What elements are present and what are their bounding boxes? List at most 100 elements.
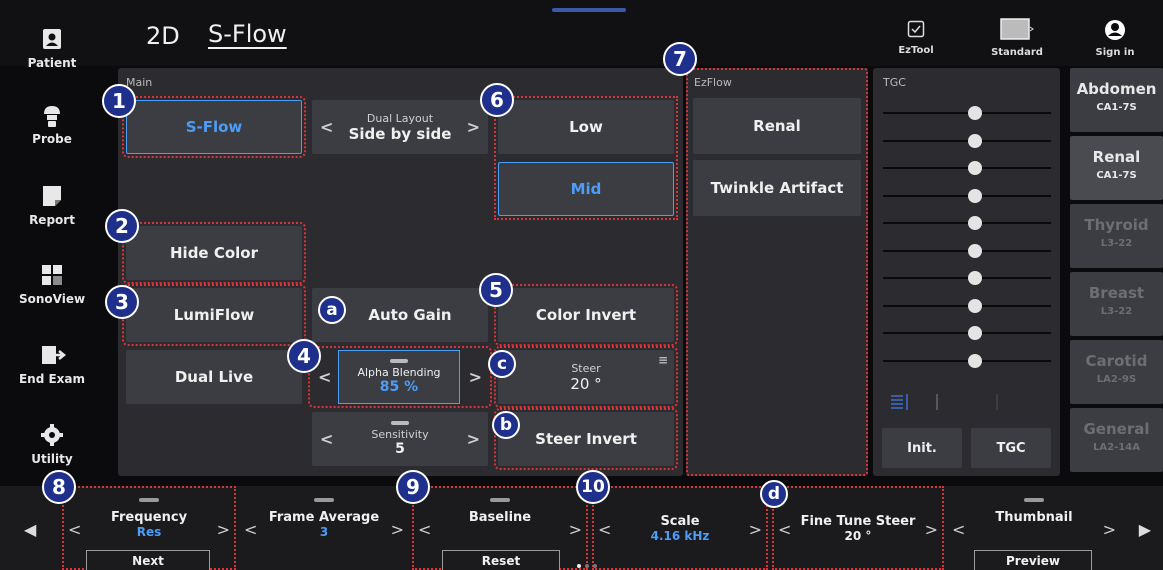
- steer-control[interactable]: ≡ Steer 20 °: [494, 346, 678, 408]
- tgc-slider-track[interactable]: [883, 133, 1051, 148]
- preset-breast[interactable]: Breast L3-22: [1070, 272, 1163, 336]
- lumiflow-button[interactable]: LumiFlow: [122, 284, 306, 346]
- chevron-right-icon[interactable]: >: [469, 368, 482, 387]
- chevron-right-icon[interactable]: >: [1103, 520, 1116, 539]
- hide-color-button[interactable]: Hide Color: [122, 222, 306, 284]
- tgc-init-button[interactable]: Init.: [882, 428, 962, 468]
- tgc-slider-knob[interactable]: [968, 188, 983, 203]
- frequency-control[interactable]: < Frequency Res > Next: [62, 486, 236, 570]
- steer-invert-button[interactable]: Steer Invert: [494, 408, 678, 470]
- sidebar-label-utility: Utility: [31, 452, 73, 466]
- thumbnail-control[interactable]: < Thumbnail > Preview: [946, 486, 1122, 570]
- sidebar-item-sonoview[interactable]: SonoView: [0, 264, 104, 306]
- thumbnail-preview-button[interactable]: Preview: [974, 550, 1092, 570]
- tgc-slider-knob[interactable]: [968, 353, 983, 368]
- tgc-slider-knob[interactable]: [968, 161, 983, 175]
- tgc-slider-track[interactable]: [883, 326, 1051, 340]
- tgc-slider-knob[interactable]: [968, 106, 983, 120]
- alpha-blending-value-box[interactable]: Alpha Blending 85 %: [338, 350, 460, 404]
- preset-abdomen[interactable]: Abdomen CA1-7S: [1070, 68, 1163, 132]
- sidebar-item-end-exam[interactable]: End Exam: [0, 344, 104, 386]
- mode-2d-tab[interactable]: 2D: [146, 22, 180, 50]
- sensitivity-value: 5: [395, 441, 405, 457]
- callout-marker-7: 7: [663, 42, 697, 76]
- tgc-slider-knob[interactable]: [968, 133, 983, 148]
- frame-average-control[interactable]: < Frame Average 3 >: [238, 486, 410, 570]
- tgc-slider-track[interactable]: [883, 243, 1051, 258]
- tgc-slider-track[interactable]: [883, 188, 1051, 203]
- tgc-slider-track[interactable]: [883, 106, 1051, 120]
- chevron-left-icon[interactable]: <: [952, 520, 965, 539]
- ezflow-twinkle-artifact-button[interactable]: Twinkle Artifact: [693, 160, 861, 216]
- page-indicator-dot[interactable]: [585, 564, 589, 568]
- baseline-reset-button[interactable]: Reset: [442, 550, 560, 570]
- chevron-left-icon[interactable]: <: [244, 520, 257, 539]
- tgc-button[interactable]: TGC: [971, 428, 1051, 468]
- chevron-left-icon[interactable]: <: [318, 368, 331, 387]
- tgc-slider-knob[interactable]: [968, 298, 983, 313]
- chevron-right-icon[interactable]: >: [467, 430, 480, 449]
- scale-label: Scale: [660, 514, 700, 529]
- eztool-label: EzTool: [898, 45, 934, 56]
- color-invert-button[interactable]: Color Invert: [494, 284, 678, 346]
- user-icon: [1090, 20, 1140, 43]
- page-indicator-dot[interactable]: [593, 564, 597, 568]
- chevron-left-icon[interactable]: <: [778, 520, 791, 539]
- sidebar-item-patient[interactable]: Patient: [0, 28, 104, 70]
- drag-handle-icon: [314, 498, 334, 502]
- sidebar-item-utility[interactable]: Utility: [0, 424, 104, 466]
- chevron-left-icon[interactable]: <: [320, 118, 333, 137]
- tgc-slider-knob[interactable]: [968, 243, 983, 258]
- sidebar-label-probe: Probe: [32, 132, 72, 146]
- standard-layout-button[interactable]: Standard: [982, 18, 1052, 58]
- menu-icon[interactable]: ≡: [658, 353, 668, 367]
- page-indicator-dot-active[interactable]: [577, 564, 581, 568]
- scroll-left-icon[interactable]: ◀: [24, 520, 36, 539]
- tgc-slider-knob[interactable]: [968, 216, 983, 230]
- chevron-left-icon[interactable]: <: [418, 520, 431, 539]
- chevron-right-icon[interactable]: >: [569, 520, 582, 539]
- chevron-right-icon[interactable]: >: [749, 520, 762, 539]
- chevron-right-icon[interactable]: >: [925, 520, 938, 539]
- sensitivity-control[interactable]: < Sensitivity 5 >: [312, 412, 488, 466]
- chevron-right-icon[interactable]: >: [467, 118, 480, 137]
- ezflow-renal-button[interactable]: Renal: [693, 98, 861, 154]
- tgc-panel: TGC Init. TGC: [873, 68, 1060, 476]
- sidebar-item-report[interactable]: Report: [0, 185, 104, 227]
- panel-drag-handle[interactable]: [552, 8, 626, 12]
- dual-layout-selector[interactable]: < Dual Layout Side by side >: [312, 100, 488, 154]
- tgc-slider-track[interactable]: [883, 216, 1051, 230]
- sign-in-button[interactable]: Sign in: [1090, 20, 1140, 58]
- chevron-left-icon[interactable]: <: [320, 430, 333, 449]
- fine-tune-steer-control[interactable]: < Fine Tune Steer 20 ° >: [772, 486, 944, 570]
- callout-marker-6: 6: [480, 83, 514, 117]
- mode-sflow-tab[interactable]: S-Flow: [208, 20, 287, 48]
- preset-probe: LA2-14A: [1093, 442, 1140, 453]
- tgc-slider-track[interactable]: [883, 271, 1051, 285]
- tgc-slider-track[interactable]: [883, 161, 1051, 175]
- tgc-slider-track[interactable]: [883, 353, 1051, 368]
- probe-icon: [40, 104, 64, 127]
- preset-renal[interactable]: Renal CA1-7S: [1070, 136, 1163, 200]
- thumbnail-label: Thumbnail: [995, 510, 1073, 525]
- frequency-next-button[interactable]: Next: [86, 550, 210, 570]
- eztool-button[interactable]: EzTool: [893, 20, 939, 56]
- scroll-right-icon[interactable]: ▶: [1139, 520, 1151, 539]
- chevron-right-icon[interactable]: >: [391, 520, 404, 539]
- chevron-left-icon[interactable]: <: [68, 520, 81, 539]
- dual-live-button[interactable]: Dual Live: [126, 350, 302, 404]
- tgc-slider-knob[interactable]: [968, 326, 983, 340]
- tgc-slider-track[interactable]: [883, 298, 1051, 313]
- baseline-control[interactable]: < Baseline > Reset: [412, 486, 588, 570]
- scale-control[interactable]: < Scale 4.16 kHz >: [592, 486, 768, 570]
- chevron-right-icon[interactable]: >: [217, 520, 230, 539]
- drag-handle-icon: [139, 498, 159, 502]
- alpha-blending-control[interactable]: < Alpha Blending 85 % >: [308, 346, 492, 408]
- tgc-slider-knob[interactable]: [968, 271, 983, 285]
- preset-thyroid[interactable]: Thyroid L3-22: [1070, 204, 1163, 268]
- sflow-button[interactable]: S-Flow: [122, 96, 306, 158]
- preset-carotid[interactable]: Carotid LA2-9S: [1070, 340, 1163, 404]
- sidebar-item-probe[interactable]: Probe: [0, 104, 104, 146]
- chevron-left-icon[interactable]: <: [598, 520, 611, 539]
- preset-general[interactable]: General LA2-14A: [1070, 408, 1163, 472]
